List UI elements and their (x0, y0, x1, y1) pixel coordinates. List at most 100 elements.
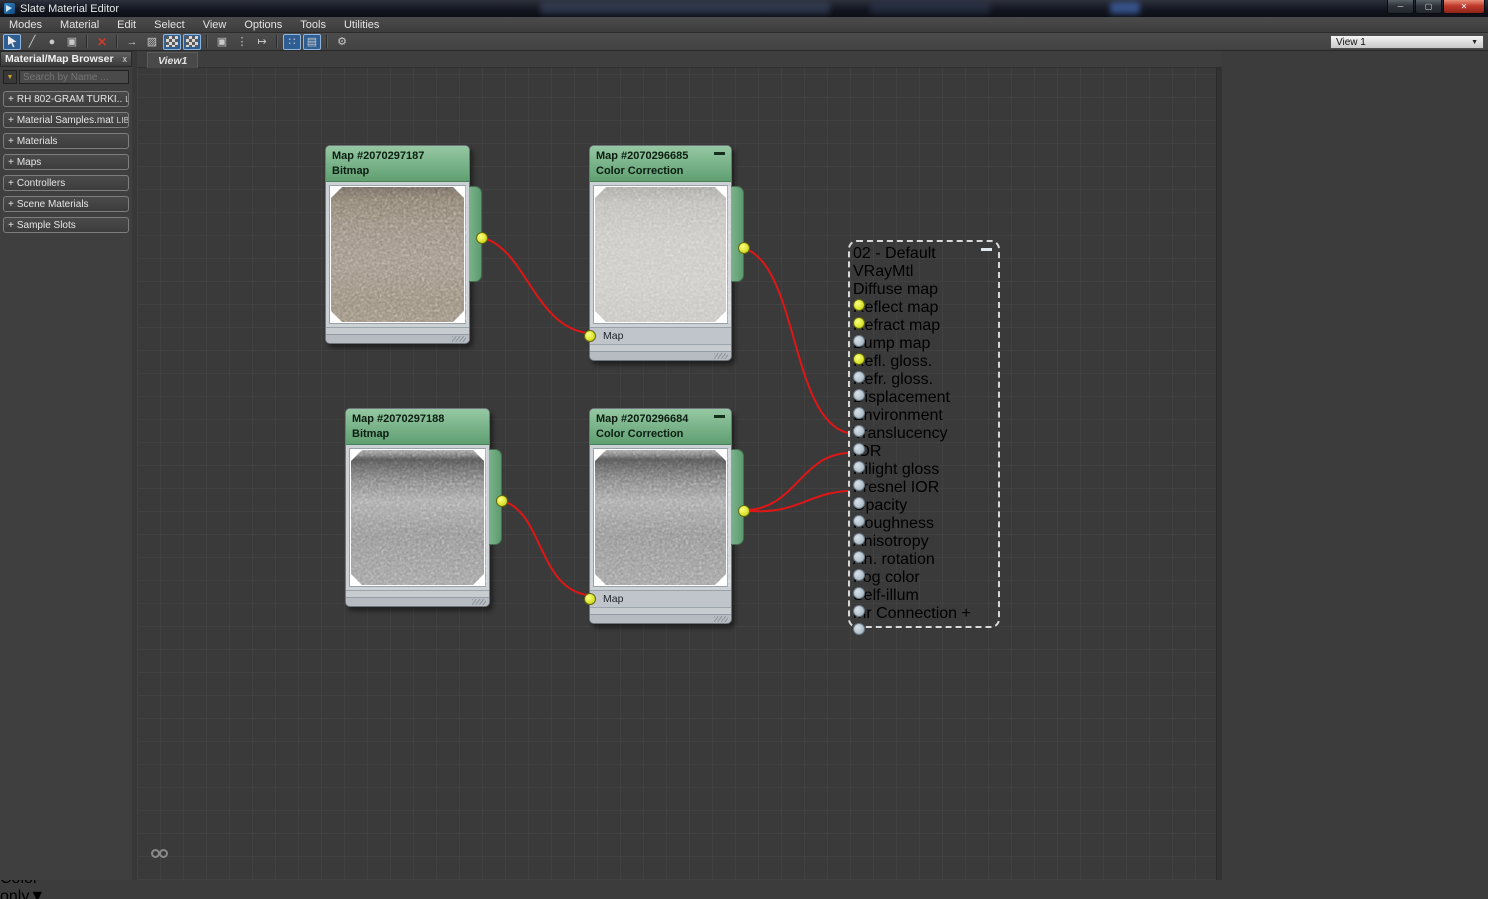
output-socket[interactable] (476, 232, 488, 244)
menu-utilities[interactable]: Utilities (335, 18, 388, 32)
slot-refr-gloss-[interactable]: Refr. gloss. (853, 371, 995, 401)
menu-material[interactable]: Material (51, 18, 108, 32)
canvas-vertical-scrollbar[interactable] (1216, 68, 1222, 880)
browser-item-material-samples-mat[interactable]: + Material Samples.mat LIB (3, 112, 129, 128)
node-view-canvas[interactable]: View1 Map #2070297187 Bitmap Map #207029… (137, 51, 1222, 880)
node-vraymtl-selected[interactable]: 02 - Default VRayMtl Diffuse map Reflect … (848, 240, 1000, 635)
put-to-scene-icon[interactable]: ▣ (63, 34, 81, 50)
utilities-gear-icon[interactable]: ⚙ (333, 34, 351, 50)
node-header[interactable]: Map #2070297188 Bitmap (346, 409, 489, 445)
select-arrow-icon[interactable] (3, 33, 21, 50)
input-socket[interactable] (853, 533, 865, 545)
slot-refl-gloss-[interactable]: Refl. gloss. (853, 353, 995, 383)
slot-bar[interactable]: Displacement (853, 389, 995, 407)
slot-hilight-gloss[interactable]: Hilight gloss (853, 461, 995, 491)
node-bitmap-2070297187[interactable]: Map #2070297187 Bitmap (325, 145, 488, 344)
node-resize-grip[interactable] (590, 614, 731, 623)
slot-self-illum[interactable]: Self-illum (853, 587, 995, 617)
assign-material-icon[interactable]: ● (43, 34, 61, 50)
slot-displacement[interactable]: Displacement (853, 389, 995, 419)
slot-bar[interactable]: Anisotropy (853, 533, 995, 551)
layout-vertical-icon[interactable]: ∷ (283, 33, 301, 50)
menu-view[interactable]: View (194, 18, 236, 32)
input-slot-map[interactable]: Map (584, 590, 731, 607)
menu-edit[interactable]: Edit (108, 18, 145, 32)
slot-bar[interactable]: Environment (853, 407, 995, 425)
browser-item-materials[interactable]: + Materials (3, 133, 129, 149)
expand-icon[interactable]: + (8, 136, 14, 147)
node-bitmap-2070297188[interactable]: Map #2070297188 Bitmap (345, 408, 508, 607)
slot-bar[interactable]: An. rotation (853, 551, 995, 569)
slot-an-rotation[interactable]: An. rotation (853, 551, 995, 581)
slot-anisotropy[interactable]: Anisotropy (853, 533, 995, 563)
browser-item-maps[interactable]: + Maps (3, 154, 129, 170)
expand-icon[interactable]: + (8, 157, 14, 168)
input-socket[interactable] (853, 389, 865, 401)
browser-item-sample-slots[interactable]: + Sample Slots (3, 217, 129, 233)
output-tab[interactable] (731, 449, 744, 545)
slot-bar[interactable]: Reflect map (853, 299, 995, 317)
slot-bar[interactable]: IOR (853, 443, 995, 461)
node-header[interactable]: Map #2070297187 Bitmap (326, 146, 469, 182)
minimize-button[interactable]: ─ (1387, 0, 1414, 14)
slot-ior[interactable]: IOR (853, 443, 995, 473)
close-button[interactable]: ✕ (1443, 0, 1485, 14)
slot-bar[interactable]: Bump map (853, 335, 995, 353)
node-thumbnail[interactable] (593, 448, 731, 587)
input-socket[interactable] (853, 479, 865, 491)
node-colorcorrection-2070296685[interactable]: Map #2070296685 Color Correction Map (584, 145, 750, 361)
output-socket[interactable] (738, 505, 750, 517)
delete-icon[interactable]: ✕ (93, 34, 111, 50)
mr-connection-rollup[interactable]: mr Connection + (853, 605, 995, 623)
input-socket[interactable] (853, 569, 865, 581)
slot-bar[interactable]: Translucency (853, 425, 995, 443)
browser-item-controllers[interactable]: + Controllers (3, 175, 129, 191)
move-children-icon[interactable]: → (123, 34, 141, 50)
maximize-button[interactable]: ▢ (1415, 0, 1442, 14)
node-header[interactable]: 02 - Default VRayMtl (853, 245, 995, 281)
input-socket[interactable] (853, 497, 865, 509)
node-colorcorrection-2070296684[interactable]: Map #2070296684 Color Correction Map (584, 408, 750, 624)
close-icon[interactable]: x (123, 54, 128, 64)
view-selector-dropdown[interactable]: View 1 ▼ (1330, 35, 1484, 49)
slot-bar[interactable]: Diffuse map (853, 281, 995, 299)
expand-icon[interactable]: + (8, 94, 14, 105)
output-socket[interactable] (496, 495, 508, 507)
input-socket[interactable] (853, 371, 865, 383)
slot-fog-color[interactable]: Fog color (853, 569, 995, 599)
slot-bar[interactable]: Fresnel IOR (853, 479, 995, 497)
input-socket[interactable] (853, 587, 865, 599)
search-input[interactable] (19, 70, 129, 84)
input-socket[interactable] (853, 317, 865, 329)
collapse-icon[interactable] (714, 152, 725, 155)
slot-environment[interactable]: Environment (853, 407, 995, 437)
menu-options[interactable]: Options (235, 18, 291, 32)
view-tab[interactable]: View1 (147, 52, 199, 68)
node-thumbnail[interactable] (593, 185, 731, 324)
input-socket[interactable] (853, 425, 865, 437)
node-resize-grip[interactable] (346, 597, 489, 606)
slot-refract-map[interactable]: Refract map (853, 317, 995, 347)
menu-tools[interactable]: Tools (291, 18, 335, 32)
checker-icon[interactable] (183, 33, 201, 50)
input-socket[interactable] (853, 407, 865, 419)
input-socket[interactable] (853, 461, 865, 473)
slot-bump-map[interactable]: Bump map (853, 335, 995, 365)
layout-panel-icon[interactable]: ▤ (303, 33, 321, 50)
expand-icon[interactable]: + (8, 178, 14, 189)
input-socket[interactable] (584, 330, 596, 342)
output-socket[interactable] (853, 623, 865, 635)
slot-bar[interactable]: Fog color (853, 569, 995, 587)
node-header[interactable]: Map #2070296684 Color Correction (590, 409, 731, 445)
collapse-icon[interactable] (714, 415, 725, 418)
select-by-material-icon[interactable]: ↦ (253, 34, 271, 50)
input-slot-map[interactable]: Map (584, 327, 731, 344)
input-socket[interactable] (853, 551, 865, 563)
slot-translucency[interactable]: Translucency (853, 425, 995, 455)
input-socket[interactable] (853, 443, 865, 455)
browser-item-scene-materials[interactable]: + Scene Materials (3, 196, 129, 212)
node-header[interactable]: Map #2070296685 Color Correction (590, 146, 731, 182)
expand-icon[interactable]: + (8, 220, 14, 231)
input-socket[interactable] (853, 515, 865, 527)
node-resize-grip[interactable] (326, 334, 469, 343)
